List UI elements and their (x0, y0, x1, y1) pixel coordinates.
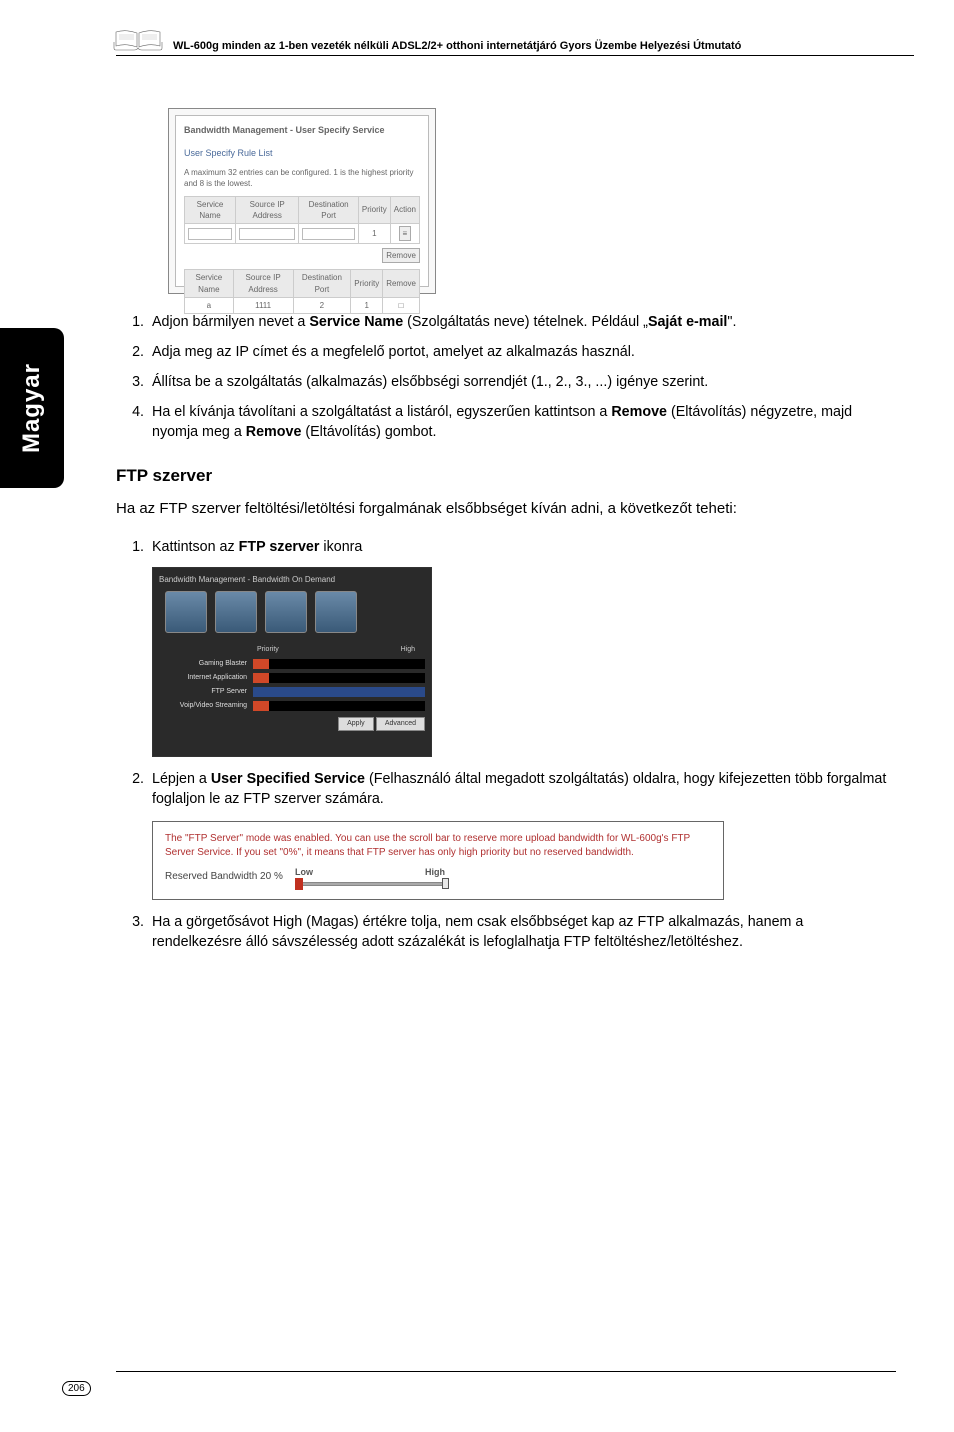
cell: 1111 (233, 297, 293, 313)
slider-handle-left (295, 878, 303, 890)
header-text: WL-600g minden az 1-ben vezeték nélküli … (173, 40, 741, 52)
footer-rule (116, 1371, 896, 1372)
ss1-table1: Service Name Source IP Address Destinati… (184, 196, 420, 245)
add-icon: ≡ (399, 226, 412, 241)
side-tab-label: Magyar (18, 363, 46, 453)
ftp-section-title: FTP szerver (116, 464, 896, 488)
reserved-bw-label: Reserved Bandwidth 20 % (165, 870, 295, 884)
ss1-col: Destination Port (293, 270, 351, 297)
priority-bar: FTP Server (159, 687, 425, 697)
ss1-col: Service Name (185, 196, 236, 223)
ss3-desc: The "FTP Server" mode was enabled. You c… (165, 832, 711, 860)
list-item: Állítsa be a szolgáltatás (alkalmazás) e… (148, 372, 896, 392)
slider-wrap: Low High (295, 866, 445, 889)
content-area: Bandwidth Management - User Specify Serv… (116, 108, 896, 962)
screenshot-bandwidth-on-demand: Bandwidth Management - Bandwidth On Dema… (152, 567, 432, 757)
cell: a (185, 297, 234, 313)
ss1-col: Priority (351, 270, 383, 297)
mode-icon (265, 591, 307, 633)
ss1-col: Remove (383, 270, 420, 297)
list-item: Adja meg az IP címet és a megfelelő port… (148, 342, 896, 362)
priority-select: 1 (358, 223, 390, 243)
apply-button: Apply (338, 717, 374, 731)
cell: □ (383, 297, 420, 313)
instructions-list-1: Adjon bármilyen nevet a Service Name (Sz… (132, 312, 896, 442)
advanced-button: Advanced (376, 717, 425, 731)
screenshot-bandwidth-rule-list: Bandwidth Management - User Specify Serv… (168, 108, 436, 294)
mode-icon (165, 591, 207, 633)
cell: 2 (293, 297, 351, 313)
ss2-title: Bandwidth Management - Bandwidth On Dema… (159, 574, 425, 585)
ftp-intro: Ha az FTP szerver feltöltési/letöltési f… (116, 498, 896, 519)
slider-handle-right (442, 878, 449, 889)
ss1-subtitle: User Specify Rule List (184, 147, 420, 160)
page-number: 206 (62, 1381, 91, 1396)
ss1-col: Service Name (185, 270, 234, 297)
cell: 1 (351, 297, 383, 313)
ss1-col: Source IP Address (233, 270, 293, 297)
ss1-table2: Service Name Source IP Address Destinati… (184, 269, 420, 314)
ss1-col: Action (390, 196, 419, 223)
screenshot-reserved-bandwidth: The "FTP Server" mode was enabled. You c… (152, 821, 724, 900)
ss1-col: Source IP Address (236, 196, 299, 223)
instructions-list-2: Kattintson az FTP szerver ikonra Bandwid… (132, 537, 896, 952)
list-item: Lépjen a User Specified Service (Felhasz… (148, 769, 896, 900)
mode-icon (315, 591, 357, 633)
slider-high: High (425, 866, 445, 879)
mode-icon (215, 591, 257, 633)
list-item: Ha a görgetősávot High (Magas) értékre t… (148, 912, 896, 952)
ss1-note: A maximum 32 entries can be configured. … (184, 167, 420, 189)
icon-row (159, 585, 425, 639)
ss1-col: Priority (358, 196, 390, 223)
bandwidth-slider (295, 879, 445, 889)
remove-button: Remove (382, 248, 420, 263)
list-item: Kattintson az FTP szerver ikonra Bandwid… (148, 537, 896, 757)
priority-bar: Voip/Video Streaming (159, 701, 425, 711)
book-icon (112, 28, 164, 52)
priority-bar: Internet Application (159, 673, 425, 683)
list-item: Ha el kívánja távolítani a szolgáltatást… (148, 402, 896, 442)
ss1-col: Destination Port (299, 196, 358, 223)
priority-bar: Gaming Blaster (159, 659, 425, 669)
list-item: Adjon bármilyen nevet a Service Name (Sz… (148, 312, 896, 332)
ss1-title: Bandwidth Management - User Specify Serv… (184, 124, 420, 137)
side-tab: Magyar (0, 328, 64, 488)
